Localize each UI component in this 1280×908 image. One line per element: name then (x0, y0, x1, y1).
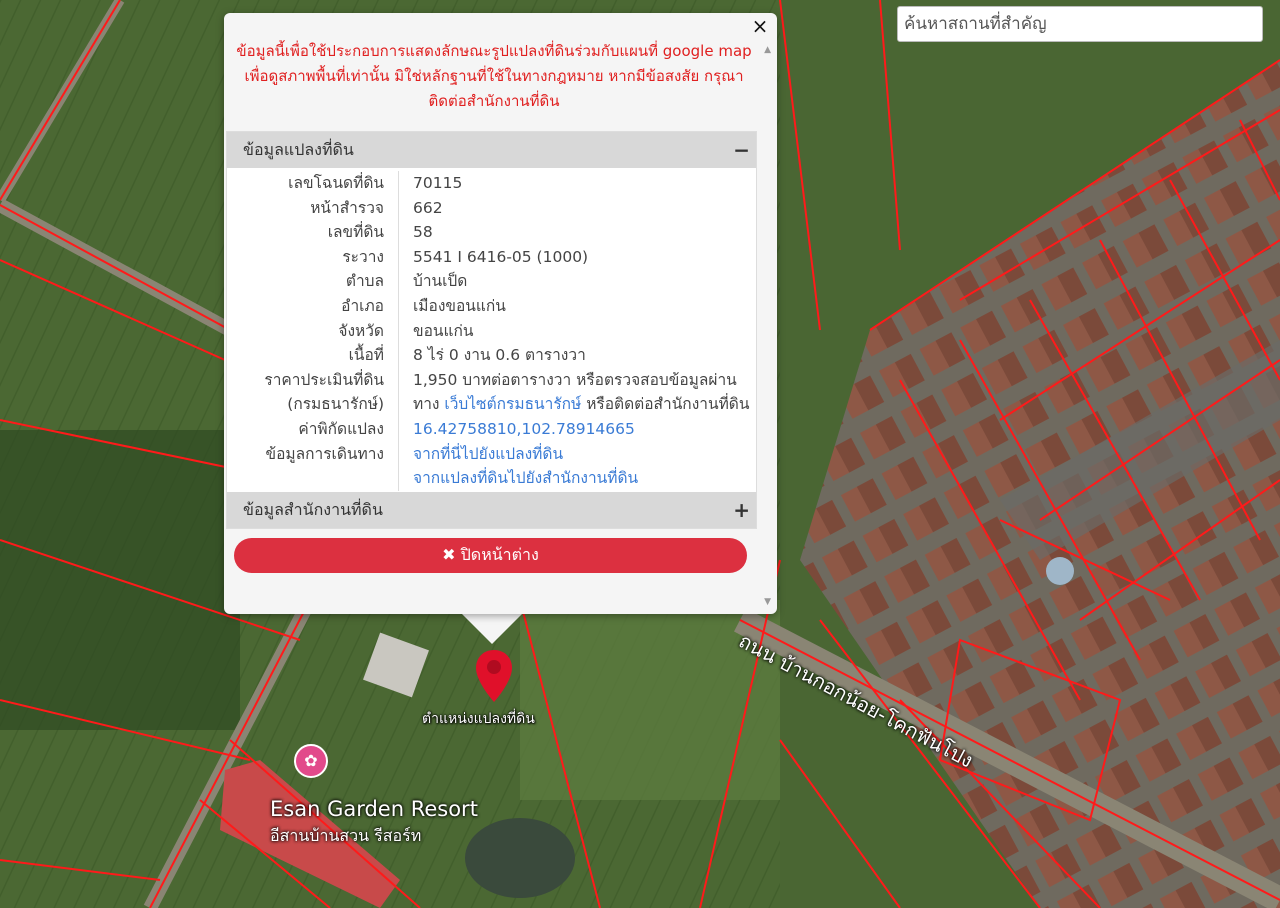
detail-row-directions-2: จากแปลงที่ดินไปยังสำนักงานที่ดิน (227, 466, 756, 491)
directions-to-office-link[interactable]: จากแปลงที่ดินไปยังสำนักงานที่ดิน (413, 469, 638, 487)
detail-label: (กรมธนารักษ์) (227, 392, 399, 417)
detail-value: 58 (413, 223, 433, 242)
detail-row-map-sheet: ระวาง 5541 I 6416-05 (1000) (227, 244, 756, 270)
detail-row-survey-page: หน้าสำรวจ 662 (227, 195, 756, 221)
panel-title: ข้อมูลแปลงที่ดิน (243, 140, 354, 159)
detail-row-deed-number: เลขโฉนดที่ดิน 70115 (227, 171, 756, 196)
detail-value: จากที่นี่ไปยังแปลงที่ดิน (399, 442, 563, 467)
treasury-website-link[interactable]: เว็บไซต์กรมธนารักษ์ (444, 395, 581, 413)
pin-label: ตำแหน่งแปลงที่ดิน (422, 711, 535, 727)
detail-row-province: จังหวัด ขอนแก่น (227, 318, 756, 344)
close-window-label: ปิดหน้าต่าง (460, 545, 539, 564)
detail-label: ตำบล (227, 269, 399, 294)
expand-icon[interactable]: + (733, 492, 750, 528)
detail-label: ระวาง (227, 244, 399, 270)
notice-line: ข้อมูลนี้เพื่อใช้ประกอบการแสดงลักษณะรูปแ… (236, 42, 752, 60)
pink-location-icon[interactable]: ✿ (294, 744, 328, 778)
detail-value: 16.42758810,102.78914665 (399, 417, 635, 442)
detail-row-subdistrict: ตำบล บ้านเป็ด (227, 269, 756, 294)
poi-name[interactable]: Esan Garden Resort (270, 797, 478, 821)
coordinates-link[interactable]: 16.42758810,102.78914665 (413, 420, 635, 438)
detail-value: 5541 I 6416-05 (1000) (413, 247, 589, 266)
detail-label-empty (227, 466, 399, 491)
detail-label: เนื้อที่ (227, 343, 399, 368)
price-text-pre: ทาง (413, 395, 445, 414)
popup-pointer (462, 614, 522, 644)
detail-row-appraised-price: ราคาประเมินที่ดิน 1,950 บาทต่อตารางวา หร… (227, 367, 756, 393)
scroll-down-arrow-icon[interactable]: ▼ (764, 597, 771, 607)
parcel-details: เลขโฉนดที่ดิน 70115 หน้าสำรวจ 662 เลขที่… (227, 168, 756, 491)
detail-value: ขอนแก่น (413, 321, 474, 340)
detail-label: อำเภอ (227, 293, 399, 319)
detail-row-appraised-price-source: (กรมธนารักษ์) ทาง เว็บไซต์กรมธนารักษ์ หร… (227, 392, 756, 417)
detail-value: ทาง เว็บไซต์กรมธนารักษ์ หรือติดต่อสำนักง… (399, 392, 749, 417)
detail-label: เลขที่ดิน (227, 220, 399, 245)
land-office-panel-header[interactable]: ข้อมูลสำนักงานที่ดิน + (227, 492, 756, 528)
detail-row-district: อำเภอ เมืองขอนแก่น (227, 293, 756, 319)
close-icon[interactable]: × (749, 15, 771, 37)
parcel-info-popup: × ▲ ▼ ข้อมูลนี้เพื่อใช้ประกอบการแสดงลักษ… (224, 13, 777, 614)
landmark-search-input[interactable] (897, 6, 1263, 42)
notice-line: เพื่อดูสภาพพื้นที่เท่านั้น มิใช่หลักฐานท… (244, 67, 744, 85)
collapse-icon[interactable]: − (733, 132, 750, 168)
detail-label: เลขโฉนดที่ดิน (227, 171, 399, 196)
detail-value: 662 (413, 198, 443, 217)
land-parcel-panel-header[interactable]: ข้อมูลแปลงที่ดิน − (227, 132, 756, 168)
detail-label: ราคาประเมินที่ดิน (227, 367, 399, 393)
parcel-location-pin-icon[interactable] (474, 648, 514, 704)
close-window-button[interactable]: ✖ ปิดหน้าต่าง (234, 538, 747, 573)
disclaimer-notice: ข้อมูลนี้เพื่อใช้ประกอบการแสดงลักษณะรูปแ… (224, 39, 764, 114)
price-text-post: หรือติดต่อสำนักงานที่ดิน (581, 395, 750, 414)
detail-label: ค่าพิกัดแปลง (227, 416, 399, 442)
panel-title: ข้อมูลสำนักงานที่ดิน (243, 500, 383, 519)
close-icon: ✖ (442, 545, 456, 564)
detail-value: 70115 (413, 174, 463, 192)
detail-value: 8 ไร่ 0 งาน 0.6 ตารางวา (413, 346, 586, 365)
detail-row-coordinates: ค่าพิกัดแปลง 16.42758810,102.78914665 (227, 416, 756, 442)
directions-to-parcel-link[interactable]: จากที่นี่ไปยังแปลงที่ดิน (413, 445, 563, 463)
detail-row-directions: ข้อมูลการเดินทาง จากที่นี่ไปยังแปลงที่ดิ… (227, 441, 756, 467)
land-parcel-panel: ข้อมูลแปลงที่ดิน − เลขโฉนดที่ดิน 70115 ห… (226, 131, 757, 493)
detail-label: ข้อมูลการเดินทาง (227, 441, 399, 467)
detail-label: หน้าสำรวจ (227, 195, 399, 221)
detail-value: บ้านเป็ด (413, 272, 468, 291)
detail-row-area: เนื้อที่ 8 ไร่ 0 งาน 0.6 ตารางวา (227, 343, 756, 368)
detail-value: 1,950 บาทต่อตารางวา หรือตรวจสอบข้อมูลผ่า… (413, 370, 737, 389)
scroll-up-arrow-icon[interactable]: ▲ (764, 45, 771, 55)
detail-row-land-number: เลขที่ดิน 58 (227, 220, 756, 245)
poi-subtitle: อีสานบ้านสวน รีสอร์ท (270, 826, 422, 845)
land-office-panel: ข้อมูลสำนักงานที่ดิน + (226, 492, 757, 529)
detail-value: เมืองขอนแก่น (413, 296, 506, 315)
detail-value: จากแปลงที่ดินไปยังสำนักงานที่ดิน (399, 466, 638, 491)
detail-label: จังหวัด (227, 318, 399, 344)
notice-line: ติดต่อสำนักงานที่ดิน (428, 92, 560, 110)
